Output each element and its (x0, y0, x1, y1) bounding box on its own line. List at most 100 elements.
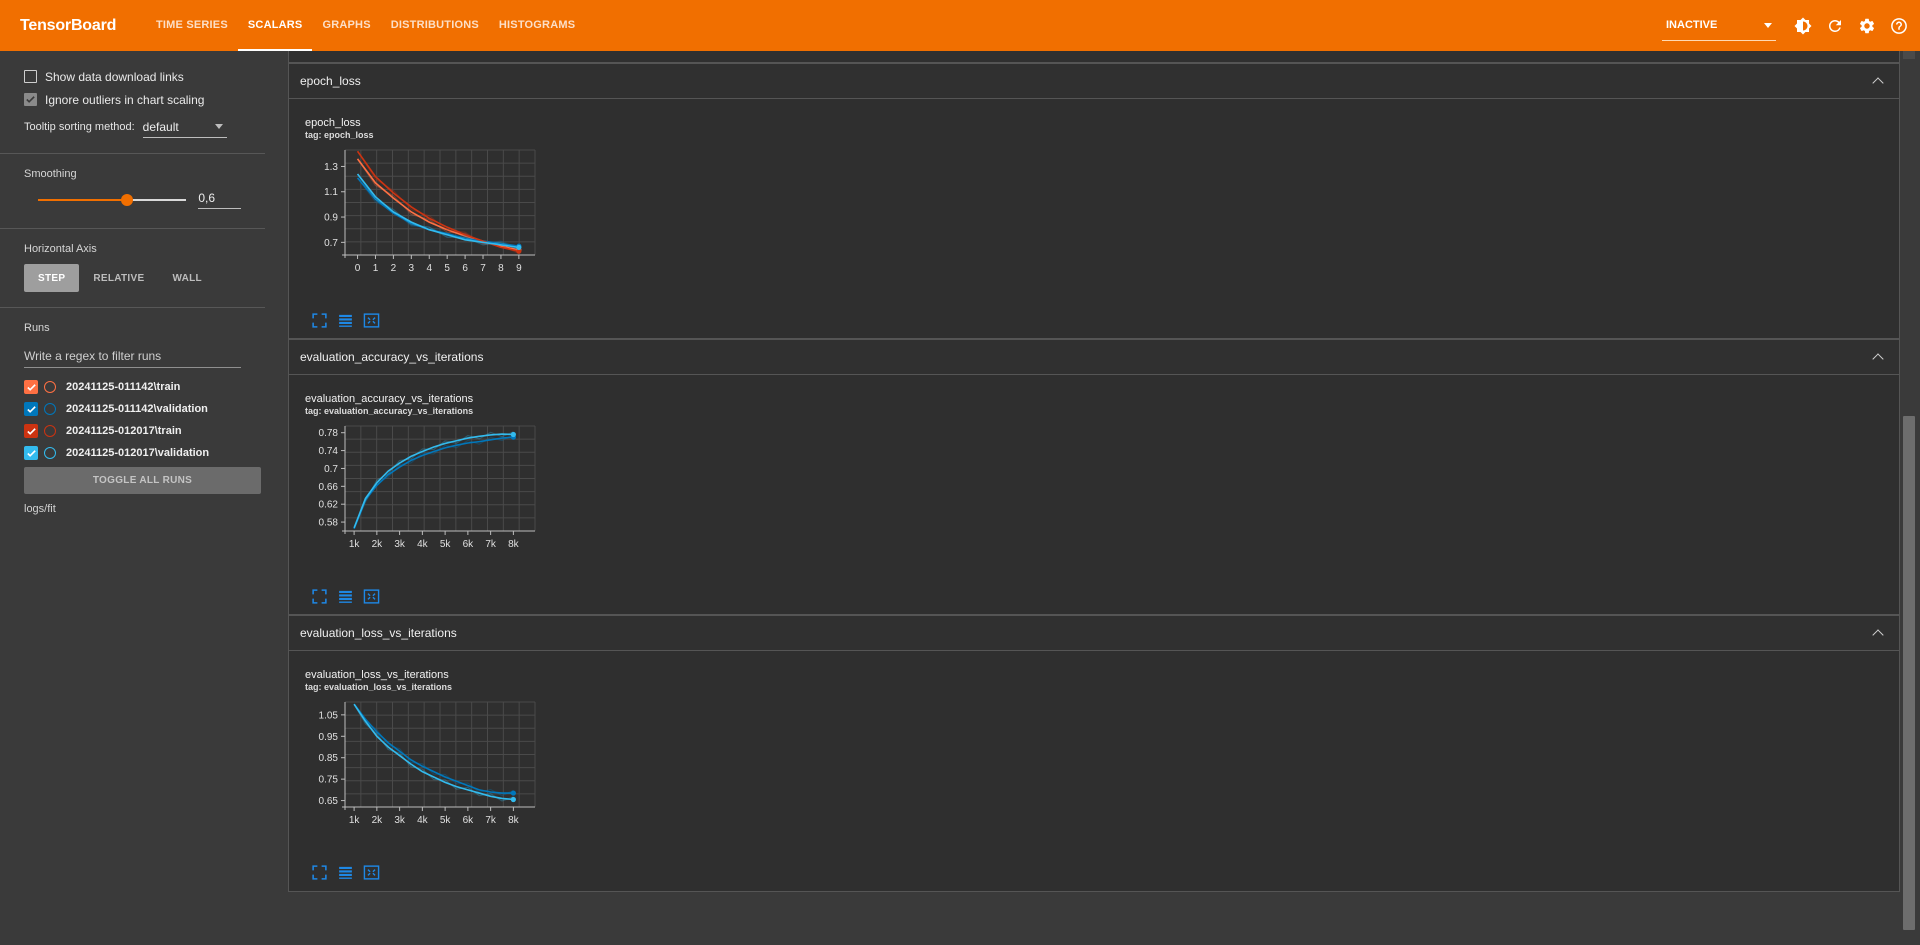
run-checkbox[interactable] (24, 402, 38, 416)
chart-tag: tag: epoch_loss (305, 130, 374, 140)
fit-domain-icon[interactable] (363, 312, 380, 329)
axis-step-button[interactable]: STEP (24, 264, 80, 292)
smoothing-section: Smoothing 0,6 (0, 154, 265, 229)
series-line (356, 173, 519, 249)
tab-histograms[interactable]: HISTOGRAMS (489, 0, 585, 51)
fullscreen-icon[interactable] (311, 312, 328, 329)
run-item[interactable]: 20241125-011142\train (24, 376, 241, 398)
series-end-point (510, 431, 516, 438)
help-icon[interactable] (1888, 15, 1910, 37)
ignore-outliers-checkbox[interactable] (24, 93, 37, 106)
group-header-epoch-loss[interactable]: epoch_loss (288, 63, 1900, 99)
smoothing-input[interactable]: 0,6 (198, 191, 241, 209)
run-checkbox[interactable] (24, 380, 38, 394)
accuracy-chart[interactable]: 0.58 0.62 0.66 0.7 0.74 0.78 1k 2k 3k 4k 5k 6k 7k 8k (305, 421, 575, 561)
data-table-icon[interactable] (337, 312, 354, 329)
y-tick-label: 0.66 (319, 482, 339, 493)
group-header-accuracy[interactable]: evaluation_accuracy_vs_iterations (288, 339, 1900, 375)
horizontal-axis-section: Horizontal Axis STEP RELATIVE WALL (0, 229, 265, 308)
x-tick-label: 4k (417, 539, 429, 550)
chart-title: epoch_loss (305, 117, 361, 129)
brightness-icon[interactable] (1792, 15, 1814, 37)
y-tick-label: 0.62 (319, 500, 339, 511)
inactive-select-value: INACTIVE (1666, 19, 1718, 31)
runs-list: 20241125-011142\train 20241125-011142\va… (24, 376, 241, 464)
y-tick-label: 1.1 (324, 187, 338, 198)
chart-actions (311, 588, 389, 605)
tab-time-series[interactable]: TIME SERIES (146, 0, 238, 51)
refresh-icon[interactable] (1824, 15, 1846, 37)
series-raw-line (353, 703, 514, 802)
run-item[interactable]: 20241125-012017\validation (24, 442, 241, 464)
chevron-up-icon[interactable] (1872, 353, 1884, 365)
run-name: 20241125-012017\train (66, 425, 182, 437)
series-end-point (510, 790, 516, 796)
x-tick-label: 2k (372, 815, 384, 826)
x-tick-label: 4k (417, 815, 429, 826)
y-tick-label: 1.3 (324, 162, 338, 173)
chevron-down-icon (214, 124, 223, 129)
check-icon (26, 449, 36, 457)
series-raw-line (357, 158, 520, 253)
main-scrollbar[interactable] (1900, 51, 1920, 945)
runs-filter-input[interactable]: Write a regex to filter runs (24, 344, 241, 368)
settings-icon[interactable] (1856, 15, 1878, 37)
tab-distributions[interactable]: DISTRIBUTIONS (381, 0, 489, 51)
scrollbar-thumb[interactable] (1903, 416, 1915, 930)
previous-card-edge (288, 51, 1900, 63)
toggle-all-runs-button[interactable]: TOGGLE ALL RUNS (24, 467, 261, 494)
run-checkbox[interactable] (24, 424, 38, 438)
chevron-up-icon[interactable] (1872, 77, 1884, 89)
chart-card-eval-loss: evaluation_loss_vs_iterations tag: evalu… (288, 651, 1900, 892)
x-tick-label: 7 (480, 263, 486, 274)
tooltip-sorting-value: default (142, 119, 179, 134)
fullscreen-icon[interactable] (311, 588, 328, 605)
run-color-swatch[interactable] (44, 425, 56, 437)
x-tick-label: 5 (444, 263, 450, 274)
y-tick-label: 0.7 (324, 238, 338, 249)
run-name: 20241125-012017\validation (66, 447, 210, 459)
run-item[interactable]: 20241125-012017\train (24, 420, 241, 442)
y-tick-label: 0.74 (319, 446, 339, 457)
data-table-icon[interactable] (337, 864, 354, 881)
runs-section: Runs Write a regex to filter runs 202411… (0, 308, 265, 515)
smoothing-slider-thumb[interactable] (121, 194, 134, 206)
x-tick-label: 1k (349, 815, 361, 826)
y-tick-label: 0.95 (319, 732, 339, 743)
y-tick-label: 0.75 (319, 775, 339, 786)
group-header-eval-loss[interactable]: evaluation_loss_vs_iterations (288, 615, 1900, 651)
series-end-point (510, 796, 516, 803)
group-title: evaluation_accuracy_vs_iterations (300, 350, 484, 364)
x-tick-label: 6k (463, 539, 475, 550)
app-brand[interactable]: TensorBoard (20, 17, 146, 35)
ignore-outliers-row[interactable]: Ignore outliers in chart scaling (24, 88, 241, 111)
run-checkbox[interactable] (24, 446, 38, 460)
check-icon (26, 405, 36, 413)
check-icon (26, 383, 36, 391)
tooltip-sorting-select[interactable]: default (142, 116, 227, 138)
group-title: evaluation_loss_vs_iterations (300, 626, 457, 640)
chevron-up-icon[interactable] (1872, 629, 1884, 641)
inactive-dashboards-select[interactable]: INACTIVE (1662, 11, 1776, 41)
show-download-links-checkbox[interactable] (24, 70, 37, 83)
fit-domain-icon[interactable] (363, 864, 380, 881)
tab-scalars[interactable]: SCALARS (237, 0, 313, 51)
epoch-loss-chart[interactable]: 0.7 0.9 1.1 1.3 0 1 2 3 4 5 6 7 8 9 (305, 145, 575, 285)
series-raw-line (357, 173, 520, 251)
axis-wall-button[interactable]: WALL (158, 264, 216, 292)
y-tick-label: 0.7 (324, 464, 338, 475)
series-line (353, 703, 514, 801)
run-color-swatch[interactable] (44, 381, 56, 393)
tab-graphs[interactable]: GRAPHS (312, 0, 380, 51)
series-line (353, 433, 514, 529)
show-download-links-row[interactable]: Show data download links (24, 65, 241, 88)
data-table-icon[interactable] (337, 588, 354, 605)
run-color-swatch[interactable] (44, 403, 56, 415)
fit-domain-icon[interactable] (363, 588, 380, 605)
run-color-swatch[interactable] (44, 447, 56, 459)
run-item[interactable]: 20241125-011142\validation (24, 398, 241, 420)
axis-relative-button[interactable]: RELATIVE (79, 264, 158, 292)
smoothing-slider[interactable] (38, 194, 187, 206)
fullscreen-icon[interactable] (311, 864, 328, 881)
eval-loss-chart[interactable]: 0.65 0.75 0.85 0.95 1.05 1k 2k 3k 4k 5k 6k 7k 8k (305, 697, 575, 837)
